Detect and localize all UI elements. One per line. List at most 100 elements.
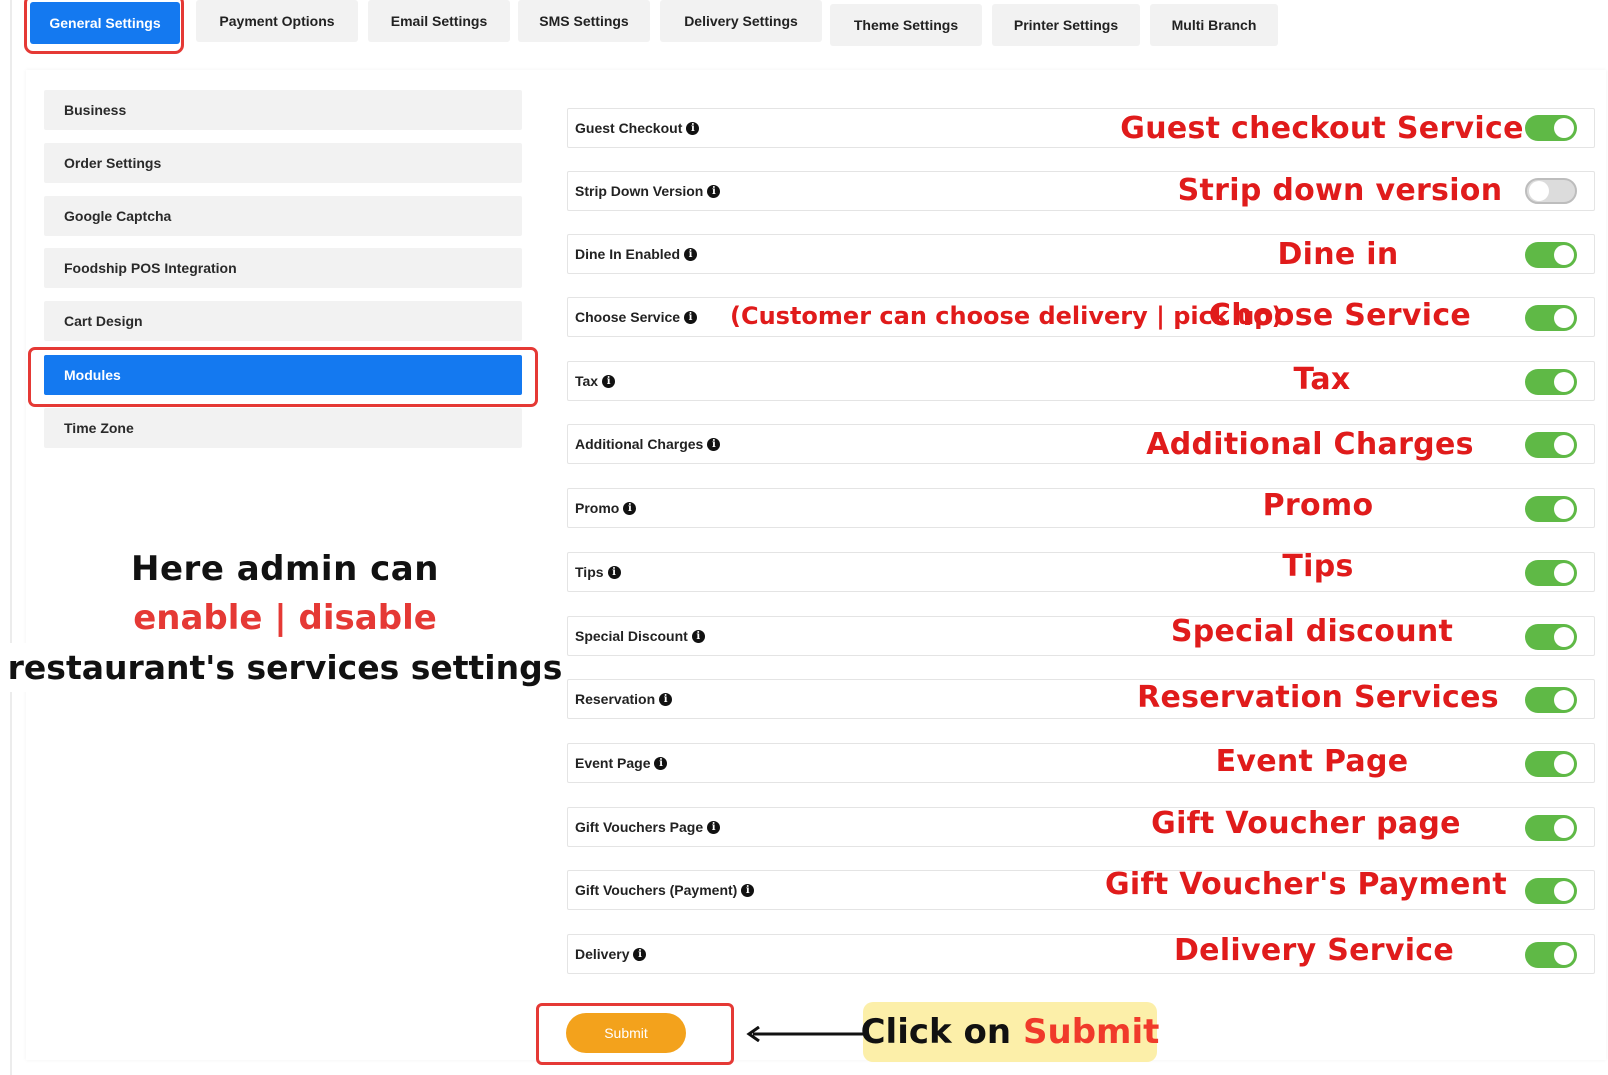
info-icon[interactable]: i [741, 883, 755, 897]
tab-email-settings[interactable]: Email Settings [368, 0, 510, 42]
sidebar-item-cart-design[interactable]: Cart Design [44, 301, 522, 341]
annotation-label: Gift Voucher's Payment [1104, 867, 1508, 902]
setting-label: Reservation [575, 691, 656, 707]
toggle-knob [1554, 563, 1574, 583]
annotation-label: Dine in [1277, 237, 1399, 272]
annotation-label: Special discount [1170, 614, 1454, 649]
annotation-label: Event Page [1215, 744, 1409, 779]
setting-label: Tax [575, 373, 599, 389]
caption-line-3: restaurant's services settings [0, 643, 570, 692]
toggle-knob [1554, 690, 1574, 710]
tab-theme-settings[interactable]: Theme Settings [830, 4, 982, 46]
setting-label: Gift Vouchers Page [575, 819, 704, 835]
setting-label: Tips [575, 564, 604, 580]
settings-page: General Settings Payment Options Email S… [0, 0, 1608, 1075]
annotation-label: Strip down version [1177, 173, 1503, 208]
annotation-label: Reservation Services [1137, 680, 1499, 715]
setting-label: Guest Checkout [575, 120, 683, 136]
event-page-toggle[interactable] [1525, 751, 1577, 777]
toggle-knob [1554, 435, 1574, 455]
annotation-label: Tips [1282, 549, 1354, 584]
info-icon[interactable]: i [607, 565, 621, 579]
click-submit-note: Click on Submit [860, 1002, 1160, 1062]
choose-service-side-note: (Customer can choose delivery | pick up) [730, 302, 1283, 330]
info-icon[interactable]: i [707, 184, 721, 198]
sidebar-item-time-zone[interactable]: Time Zone [44, 408, 522, 448]
setting-row-tips: Tips i [567, 552, 1595, 592]
toggle-knob [1554, 754, 1574, 774]
submit-button[interactable]: Submit [566, 1013, 686, 1053]
info-icon[interactable]: i [707, 820, 721, 834]
sidebar-item-google-captcha[interactable]: Google Captcha [44, 196, 522, 236]
tab-multi-branch[interactable]: Multi Branch [1150, 4, 1278, 46]
info-icon[interactable]: i [684, 310, 698, 324]
note-prefix: Click on [860, 1012, 1012, 1052]
info-icon[interactable]: i [623, 501, 637, 515]
choose-service-toggle[interactable] [1525, 305, 1577, 331]
delivery-toggle[interactable] [1525, 942, 1577, 968]
caption-line-1: Here admin can [131, 549, 439, 589]
strip-down-version-toggle[interactable] [1525, 178, 1577, 204]
sidebar-item-foodship-pos[interactable]: Foodship POS Integration [44, 248, 522, 288]
sidebar-item-modules[interactable]: Modules [44, 355, 522, 395]
info-icon[interactable]: i [633, 947, 647, 961]
annotation-label: Tax [1293, 362, 1351, 397]
info-icon[interactable]: i [707, 437, 721, 451]
toggle-knob [1529, 181, 1549, 201]
guest-checkout-toggle[interactable] [1525, 115, 1577, 141]
setting-row-event-page: Event Page i [567, 743, 1595, 783]
annotation-label: Additional Charges [1146, 427, 1474, 462]
info-icon[interactable]: i [654, 756, 668, 770]
special-discount-toggle[interactable] [1525, 624, 1577, 650]
tab-sms-settings[interactable]: SMS Settings [518, 0, 650, 42]
setting-label: Dine In Enabled [575, 246, 681, 262]
tab-general-settings[interactable]: General Settings [30, 2, 180, 44]
dine-in-toggle[interactable] [1525, 242, 1577, 268]
annotation-label: Guest checkout Service [1120, 111, 1524, 146]
info-icon[interactable]: i [686, 121, 700, 135]
tab-delivery-settings[interactable]: Delivery Settings [660, 0, 822, 42]
toggle-knob [1554, 118, 1574, 138]
arrow-left-icon [746, 1026, 865, 1042]
toggle-knob [1554, 245, 1574, 265]
reservation-toggle[interactable] [1525, 687, 1577, 713]
annotation-label: Gift Voucher page [1151, 806, 1461, 841]
info-icon[interactable]: i [659, 692, 673, 706]
toggle-knob [1554, 881, 1574, 901]
setting-row-promo: Promo i [567, 488, 1595, 528]
setting-label: Promo [575, 500, 620, 516]
promo-toggle[interactable] [1525, 496, 1577, 522]
setting-label: Delivery [575, 946, 630, 962]
gift-vouchers-page-toggle[interactable] [1525, 815, 1577, 841]
info-icon[interactable]: i [684, 247, 698, 261]
toggle-knob [1554, 818, 1574, 838]
toggle-knob [1554, 499, 1574, 519]
gift-vouchers-payment-toggle[interactable] [1525, 878, 1577, 904]
annotation-label: Delivery Service [1173, 933, 1455, 968]
caption-line-2: enable | disable [133, 598, 437, 638]
annotation-label: Choose Service [1208, 298, 1472, 333]
tab-payment-options[interactable]: Payment Options [196, 0, 358, 42]
toggle-knob [1554, 372, 1574, 392]
setting-label: Additional Charges [575, 436, 704, 452]
sidebar-item-order-settings[interactable]: Order Settings [44, 143, 522, 183]
tab-printer-settings[interactable]: Printer Settings [992, 4, 1140, 46]
toggle-knob [1554, 945, 1574, 965]
tips-toggle[interactable] [1525, 560, 1577, 586]
instruction-caption: Here admin can enable | disable restaura… [0, 545, 570, 692]
setting-row-tax: Tax i [567, 361, 1595, 401]
setting-label: Gift Vouchers (Payment) [575, 882, 738, 898]
note-highlight: Submit [1023, 1012, 1160, 1052]
setting-label: Special Discount [575, 628, 688, 644]
toggle-knob [1554, 627, 1574, 647]
setting-row-dine-in: Dine In Enabled i [567, 234, 1595, 274]
sidebar-item-business[interactable]: Business [44, 90, 522, 130]
setting-label: Choose Service [575, 309, 681, 325]
toggle-knob [1554, 308, 1574, 328]
additional-charges-toggle[interactable] [1525, 432, 1577, 458]
annotation-label: Promo [1262, 488, 1374, 523]
info-icon[interactable]: i [602, 374, 616, 388]
tax-toggle[interactable] [1525, 369, 1577, 395]
info-icon[interactable]: i [691, 629, 705, 643]
left-edge-divider [10, 0, 12, 1075]
